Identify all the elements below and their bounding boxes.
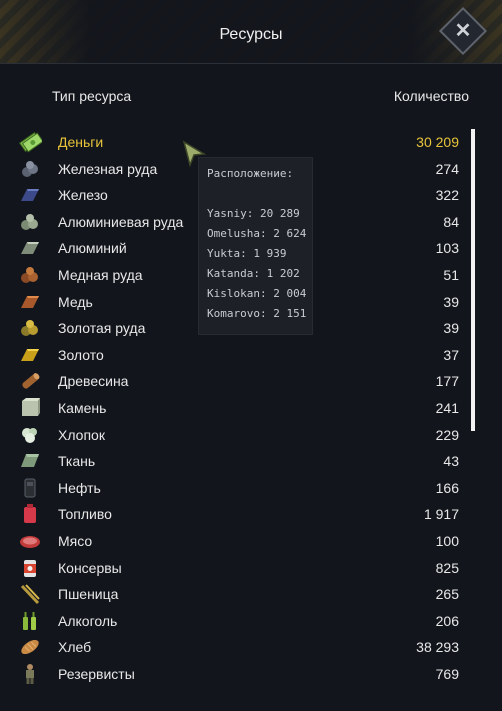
resource-name: Железная руда	[58, 160, 158, 177]
resource-value: 100	[435, 533, 459, 549]
resource-name: Мясо	[58, 533, 93, 549]
window-title: Ресурсы	[219, 26, 283, 43]
resource-row-wood[interactable]: Древесина 177	[0, 368, 502, 394]
resource-row-fuel[interactable]: Топливо 1 917	[0, 501, 502, 527]
resource-row-alcohol[interactable]: Алкоголь 206	[0, 608, 502, 634]
resource-value: 229	[435, 426, 459, 443]
resource-name: Консервы	[58, 559, 122, 576]
tooltip-line: Omelusha: 2 624	[207, 227, 307, 240]
canned-food-icon	[24, 559, 36, 577]
resource-name: Медь	[58, 293, 93, 310]
resource-name: Резервисты	[58, 666, 135, 682]
fabric-icon	[21, 454, 39, 468]
resource-name: Алкоголь	[58, 612, 118, 629]
iron-icon	[21, 189, 39, 202]
location-tooltip: Расположение: Yasniy: 20 289 Omelusha: 2…	[198, 157, 313, 335]
resource-value: 103	[435, 240, 459, 257]
stone-icon	[22, 398, 40, 416]
resources-window: Ресурсы ✕ Тип ресурса Количество Деньги …	[0, 0, 502, 711]
iron-ore-icon	[22, 160, 38, 177]
resource-name: Железо	[58, 187, 108, 204]
resource-value: 39	[443, 293, 459, 310]
mouse-cursor-icon	[182, 140, 207, 168]
tooltip-line: Komarovo: 2 151	[207, 307, 307, 320]
resource-value: 206	[435, 612, 459, 629]
resource-row-stone[interactable]: Камень 241	[0, 395, 502, 421]
resource-value: 30 209	[416, 134, 459, 150]
resource-row-meat[interactable]: Мясо 100	[0, 528, 502, 554]
aluminium-icon	[21, 242, 39, 255]
resource-value: 322	[435, 187, 459, 204]
tooltip-line: Yasniy: 20 289	[207, 207, 300, 220]
wheat-icon	[20, 584, 40, 605]
bread-icon	[21, 640, 39, 655]
resource-name: Алюминий	[58, 240, 127, 257]
resource-row-cotton[interactable]: Хлопок 229	[0, 422, 502, 448]
resource-value: 265	[435, 586, 459, 603]
resource-row-gold[interactable]: Золото 37	[0, 342, 502, 368]
reservists-icon	[26, 664, 34, 684]
column-header-type[interactable]: Тип ресурса	[52, 88, 131, 104]
fuel-icon	[24, 504, 36, 524]
resource-name: Нефть	[58, 479, 101, 496]
aluminium-ore-icon	[21, 213, 38, 230]
resource-name: Топливо	[58, 506, 112, 523]
resource-row-money[interactable]: Деньги 30 209	[0, 129, 502, 155]
resource-row-wheat[interactable]: Пшеница 265	[0, 581, 502, 607]
gold-ore-icon	[21, 320, 38, 337]
resource-value: 166	[435, 479, 459, 496]
resource-row-reservists[interactable]: Резервисты 769	[0, 661, 502, 687]
resource-value: 241	[435, 400, 459, 416]
oil-icon	[24, 478, 36, 498]
resource-value: 37	[443, 346, 459, 363]
column-header-quantity[interactable]: Количество	[394, 88, 469, 104]
resource-name: Медная руда	[58, 267, 143, 283]
resource-name: Деньги	[58, 134, 104, 150]
resource-name: Пшеница	[58, 586, 119, 603]
resource-name: Алюминиевая руда	[58, 213, 184, 230]
close-icon: ✕	[454, 20, 472, 42]
resource-value: 39	[443, 320, 459, 337]
resource-value: 825	[435, 559, 459, 576]
resource-row-fabric[interactable]: Ткань 43	[0, 448, 502, 474]
resource-name: Хлопок	[58, 426, 105, 443]
resource-row-bread[interactable]: Хлеб 38 293	[0, 634, 502, 660]
copper-icon	[21, 295, 39, 308]
tooltip-line: Katanda: 1 202	[207, 267, 300, 280]
money-icon	[19, 132, 42, 153]
resource-value: 51	[443, 267, 459, 283]
resource-value: 43	[443, 453, 459, 470]
resource-name: Золото	[58, 346, 104, 363]
resource-value: 38 293	[416, 639, 459, 656]
resource-value: 274	[435, 160, 459, 177]
resource-name: Ткань	[58, 453, 96, 470]
gold-icon	[21, 348, 39, 361]
resource-name: Хлеб	[58, 639, 92, 656]
resource-name: Древесина	[58, 373, 129, 390]
resource-row-oil[interactable]: Нефть 166	[0, 475, 502, 501]
resource-value: 177	[435, 373, 459, 390]
close-button[interactable]: ✕	[438, 6, 488, 56]
wood-icon	[22, 373, 40, 390]
tooltip-line: Yukta: 1 939	[207, 247, 287, 260]
tooltip-title: Расположение:	[207, 167, 294, 180]
resource-value: 84	[443, 213, 459, 230]
scrollbar[interactable]	[471, 129, 475, 431]
tooltip-line: Kislokan: 2 004	[207, 287, 307, 300]
cotton-icon	[22, 427, 37, 443]
title-divider	[0, 63, 502, 64]
title-bar: Ресурсы ✕	[0, 0, 502, 63]
copper-ore-icon	[21, 267, 38, 283]
resource-row-canned-food[interactable]: Консервы 825	[0, 555, 502, 581]
resource-value: 1 917	[423, 506, 459, 523]
resource-name: Камень	[58, 400, 107, 416]
alcohol-icon	[23, 611, 36, 630]
meat-icon	[20, 536, 40, 548]
resource-value: 769	[435, 666, 459, 682]
resource-name: Золотая руда	[58, 320, 146, 337]
